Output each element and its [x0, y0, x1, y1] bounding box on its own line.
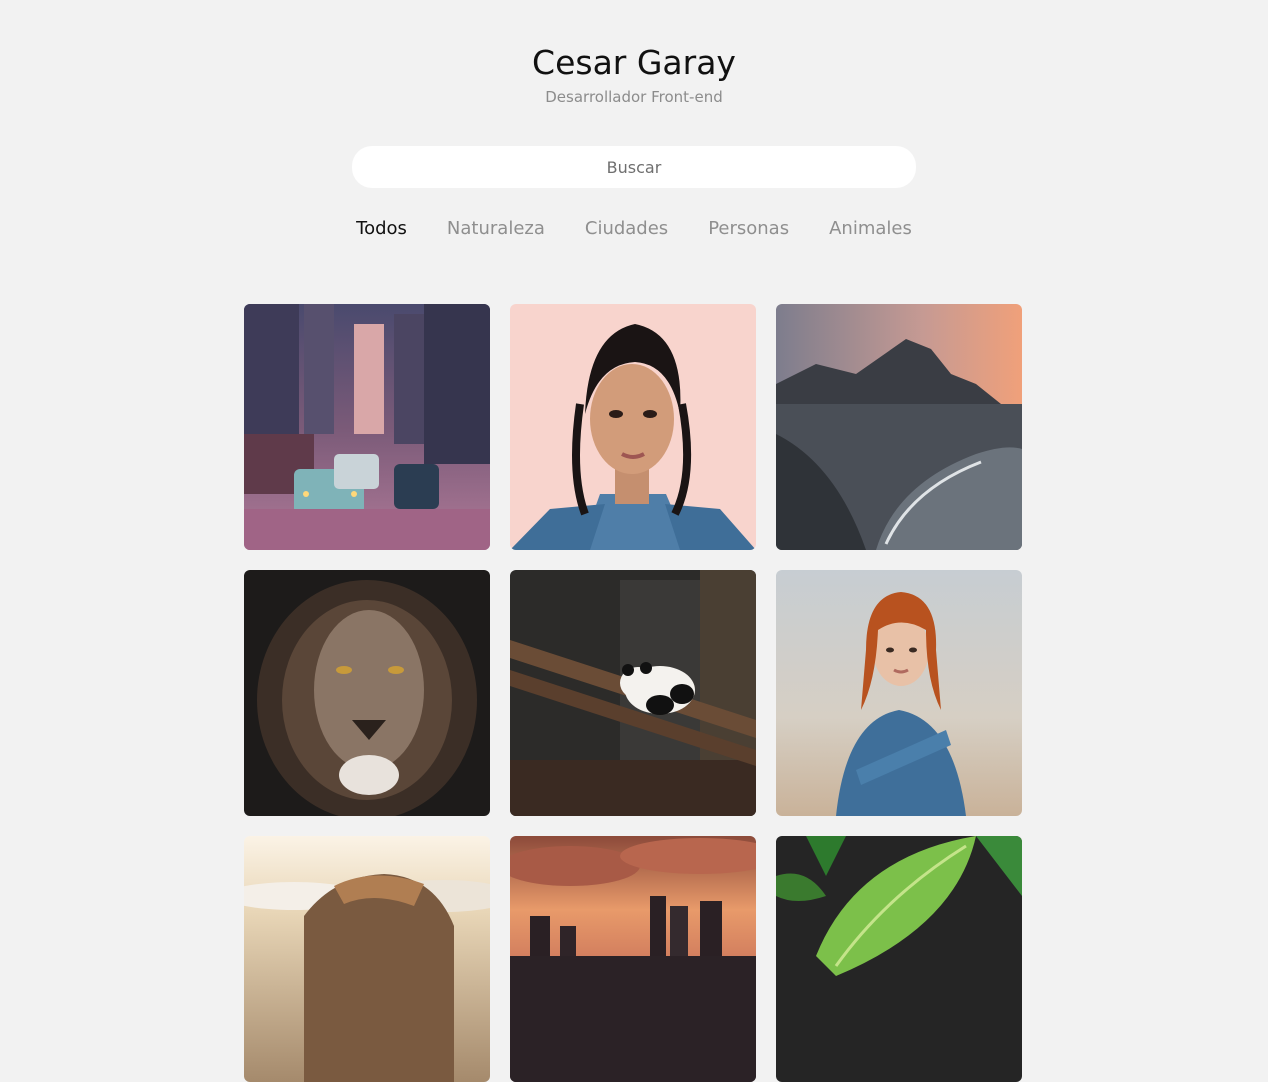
category-filters: Todos Naturaleza Ciudades Personas Anima…: [0, 218, 1268, 239]
gallery-image-green-leaf[interactable]: [776, 836, 1022, 1082]
filter-animales[interactable]: Animales: [829, 218, 912, 239]
filter-ciudades[interactable]: Ciudades: [585, 218, 668, 239]
gallery-image-lion[interactable]: [244, 570, 490, 816]
gallery-image-city-street[interactable]: [244, 304, 490, 550]
filter-todos[interactable]: Todos: [356, 218, 407, 239]
photo-gallery: [244, 304, 1022, 1082]
gallery-image-city-skyline[interactable]: [510, 836, 756, 1082]
gallery-image-woman-portrait[interactable]: [510, 304, 756, 550]
header: Cesar Garay Desarrollador Front-end: [0, 0, 1268, 106]
site-title: Cesar Garay: [532, 43, 736, 82]
gallery-image-redhead-woman[interactable]: [776, 570, 1022, 816]
gallery-image-mountain-coast[interactable]: [776, 304, 1022, 550]
search-input[interactable]: [352, 146, 916, 188]
gallery-image-rock-clouds[interactable]: [244, 836, 490, 1082]
filter-naturaleza[interactable]: Naturaleza: [447, 218, 545, 239]
search-bar: [0, 146, 1268, 188]
site-subtitle: Desarrollador Front-end: [545, 88, 723, 106]
gallery-image-panda[interactable]: [510, 570, 756, 816]
filter-personas[interactable]: Personas: [708, 218, 789, 239]
